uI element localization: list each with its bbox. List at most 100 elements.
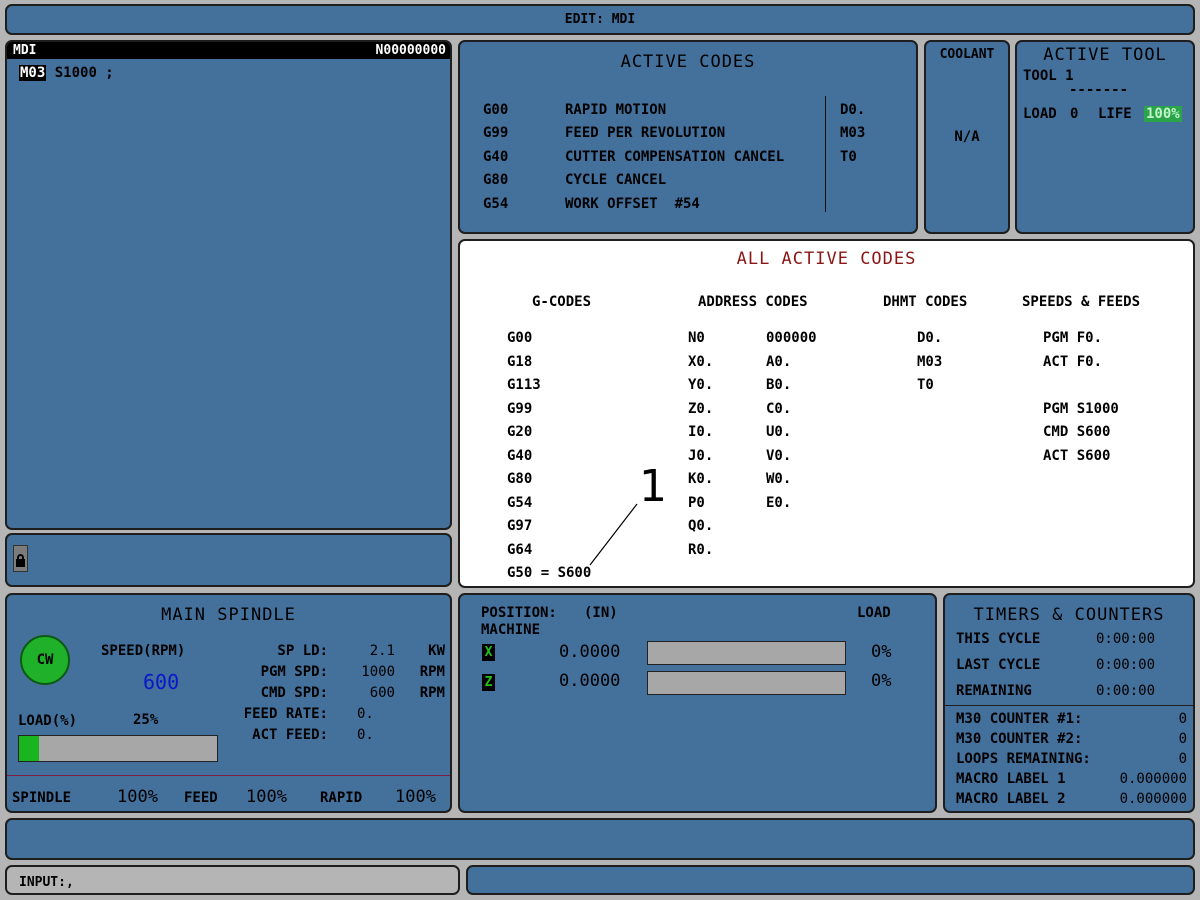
- address-codes-header: ADDRESS CODES: [698, 294, 808, 310]
- position-units: (IN): [584, 605, 618, 621]
- address-code-item: N0: [688, 330, 705, 346]
- lock-icon: [13, 545, 28, 572]
- address-code-item: B0.: [766, 377, 792, 393]
- active-code-row: G00: [483, 102, 509, 118]
- sp-ld-value: 2.1: [369, 643, 395, 659]
- position-title: POSITION:: [481, 605, 557, 621]
- all-active-codes-title: ALL ACTIVE CODES: [736, 249, 917, 269]
- m30-counter-1-label: M30 COUNTER #1:: [956, 711, 1083, 727]
- active-codes-panel: ACTIVE CODES G00 RAPID MOTION G99 FEED P…: [458, 40, 918, 234]
- address-code-item: P0: [688, 494, 705, 511]
- address-code-item: Q0.: [688, 518, 714, 534]
- g-code-item: G20: [507, 424, 533, 440]
- active-code-desc: RAPID MOTION: [565, 102, 667, 118]
- sp-ld-label: SP LD:: [277, 643, 328, 659]
- tool-load-label: LOAD: [1023, 106, 1057, 122]
- cmd-spd-value: 600: [369, 685, 395, 701]
- act-feed-label: ACT FEED:: [252, 727, 328, 743]
- g-code-item: G40: [507, 447, 533, 464]
- address-code-item: C0.: [766, 400, 792, 417]
- program-text: S1000 ;: [46, 65, 114, 81]
- status-bar: [466, 865, 1195, 895]
- axis-z-load: 0%: [871, 671, 892, 691]
- address-code-item: A0.: [766, 353, 792, 370]
- mode-title: EDIT: MDI: [564, 12, 636, 27]
- g-codes-header: G-CODES: [532, 294, 592, 310]
- pgm-spd-label: PGM SPD:: [260, 664, 328, 680]
- address-code-item: E0.: [766, 494, 792, 511]
- input-bar[interactable]: INPUT:,: [5, 865, 460, 895]
- dhmt-code-item: M03: [917, 353, 943, 370]
- rapid-override-value: 100%: [395, 787, 436, 807]
- macro-label-2: MACRO LABEL 2: [956, 791, 1066, 807]
- active-dhmt-code: T0: [840, 149, 857, 165]
- program-line[interactable]: M03 S1000 ;: [19, 65, 114, 81]
- active-code-desc: WORK OFFSET #54: [565, 196, 700, 212]
- tool-number: TOOL 1: [1023, 68, 1074, 84]
- timers-title: TIMERS & COUNTERS: [973, 605, 1165, 625]
- axis-x-value: 0.0000: [559, 642, 621, 662]
- active-tool-panel: ACTIVE TOOL TOOL 1 ------- LOAD 0 LIFE 1…: [1015, 40, 1195, 234]
- address-code-item: V0.: [766, 447, 792, 464]
- timers-divider: [945, 705, 1193, 706]
- axis-z-icon[interactable]: Z: [482, 674, 495, 691]
- memory-lock-pane: [5, 533, 452, 587]
- coolant-value: N/A: [954, 129, 980, 145]
- this-cycle-label: THIS CYCLE: [956, 631, 1041, 647]
- last-cycle-label: LAST CYCLE: [956, 657, 1041, 673]
- sequence-number: N00000000: [375, 43, 446, 58]
- m30-counter-2-label: M30 COUNTER #2:: [956, 731, 1083, 747]
- message-bar: [5, 818, 1195, 860]
- all-active-codes-panel: ALL ACTIVE CODES G-CODES ADDRESS CODES D…: [458, 239, 1195, 588]
- g-code-item: G113: [507, 377, 541, 393]
- address-code-item: X0.: [688, 353, 714, 370]
- spindle-override-label: SPINDLE: [12, 790, 72, 806]
- address-code-item: Z0.: [688, 400, 714, 417]
- g-code-item: G18: [507, 353, 533, 370]
- mdi-editor-pane[interactable]: MDI N00000000 M03 S1000 ;: [5, 40, 452, 530]
- active-codes-title: ACTIVE CODES: [620, 52, 756, 72]
- active-dhmt-code: D0.: [840, 102, 866, 118]
- edit-cursor-word[interactable]: M03: [19, 65, 47, 81]
- spindle-load-fill: [19, 736, 39, 761]
- active-code-row: G54: [483, 196, 509, 212]
- spindle-direction-indicator[interactable]: CW: [20, 635, 70, 685]
- g-code-item: G64: [507, 541, 533, 558]
- active-code-row: G40: [483, 149, 509, 165]
- active-dhmt-code: M03: [840, 125, 866, 141]
- address-code-item: U0.: [766, 424, 792, 440]
- timers-counters-panel: TIMERS & COUNTERS THIS CYCLE 0:00:00 LAS…: [943, 593, 1195, 813]
- axis-z-value: 0.0000: [559, 671, 621, 691]
- active-code-desc: CUTTER COMPENSATION CANCEL: [565, 149, 785, 165]
- pgm-spd-unit: RPM: [419, 664, 445, 680]
- g-code-item: G00: [507, 330, 533, 346]
- top-status-bar: EDIT: MDI: [5, 4, 1195, 35]
- active-tool-title: ACTIVE TOOL: [1043, 45, 1167, 65]
- speeds-feeds-item: PGM S1000: [1043, 400, 1119, 417]
- feed-override-value: 100%: [246, 787, 287, 807]
- axis-x-icon[interactable]: X: [482, 644, 495, 661]
- last-cycle-value: 0:00:00: [1096, 657, 1156, 673]
- macro-label-1-value: 0.000000: [1119, 771, 1187, 787]
- overrides-divider: [7, 775, 450, 776]
- cmd-spd-unit: RPM: [419, 685, 445, 701]
- active-code-desc: FEED PER REVOLUTION: [565, 125, 726, 141]
- pgm-spd-value: 1000: [361, 664, 395, 680]
- load-percent-text: 25%: [133, 712, 159, 728]
- macro-label-2-value: 0.000000: [1119, 791, 1187, 807]
- spindle-load-bar: [18, 735, 218, 762]
- g-code-item: G97: [507, 518, 533, 534]
- axis-x-load: 0%: [871, 642, 892, 662]
- address-code-item: K0.: [688, 471, 714, 487]
- address-code-item: J0.: [688, 447, 714, 464]
- input-value[interactable]: ,: [66, 875, 74, 890]
- input-field[interactable]: INPUT:,: [19, 875, 74, 890]
- spindle-override-value: 100%: [117, 787, 158, 807]
- remaining-value: 0:00:00: [1096, 683, 1156, 699]
- main-spindle-panel: MAIN SPINDLE CW SPEED(RPM) 600 SP LD: 2.…: [5, 593, 452, 813]
- remaining-label: REMAINING: [956, 683, 1032, 699]
- tool-life-label: LIFE: [1098, 106, 1132, 122]
- this-cycle-value: 0:00:00: [1096, 631, 1156, 647]
- act-feed-value: 0.: [357, 727, 374, 743]
- load-label: LOAD(%): [18, 713, 78, 729]
